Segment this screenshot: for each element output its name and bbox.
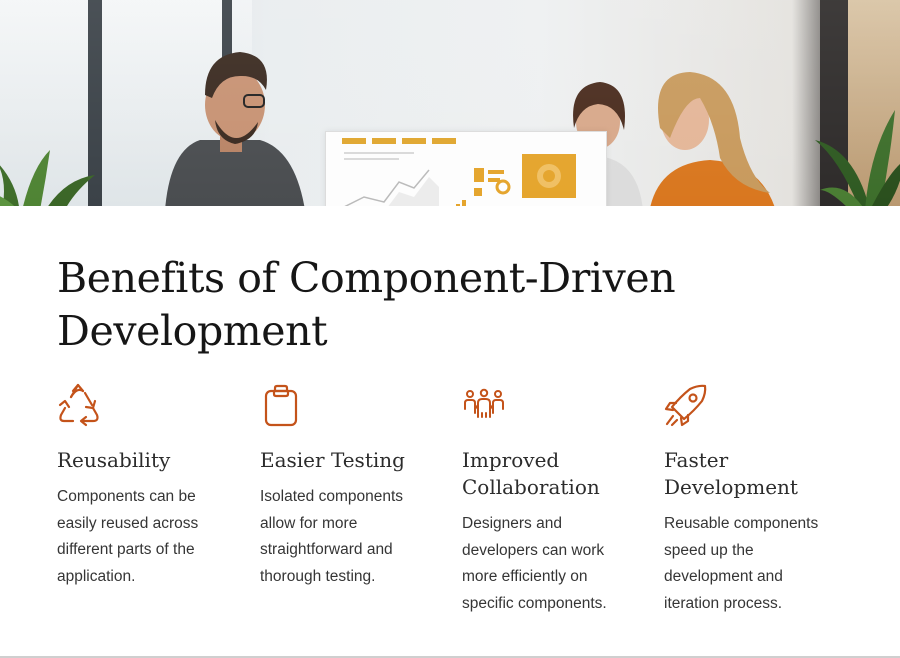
benefit-card-testing: Easier Testing Isolated components allow…	[260, 383, 438, 590]
benefit-text: Designers and developers can work more e…	[462, 515, 607, 612]
hero-overlay	[0, 0, 900, 206]
benefit-text: Components can be easily reused across d…	[57, 488, 199, 585]
benefit-heading: Easier Testing	[260, 448, 405, 472]
clipboard-icon	[264, 384, 298, 427]
benefit-card-collaboration: Improved Collaboration Designers and dev…	[462, 383, 640, 617]
benefit-card-reusability: Reusability Components can be easily reu…	[57, 383, 235, 590]
rocket-icon	[664, 384, 707, 427]
recycle-icon	[58, 383, 99, 427]
benefit-card-faster-development: Faster Development Reusable components s…	[664, 383, 842, 617]
hero-image	[0, 0, 900, 206]
page-title: Benefits of Component-Driven Development	[57, 254, 676, 355]
benefit-text: Isolated components allow for more strai…	[260, 488, 404, 585]
benefit-heading: Reusability	[57, 448, 171, 472]
benefit-heading: Improved Collaboration	[462, 448, 600, 499]
benefit-heading: Faster Development	[664, 448, 798, 499]
benefit-text: Reusable components speed up the develop…	[664, 515, 819, 612]
team-icon	[464, 388, 504, 418]
